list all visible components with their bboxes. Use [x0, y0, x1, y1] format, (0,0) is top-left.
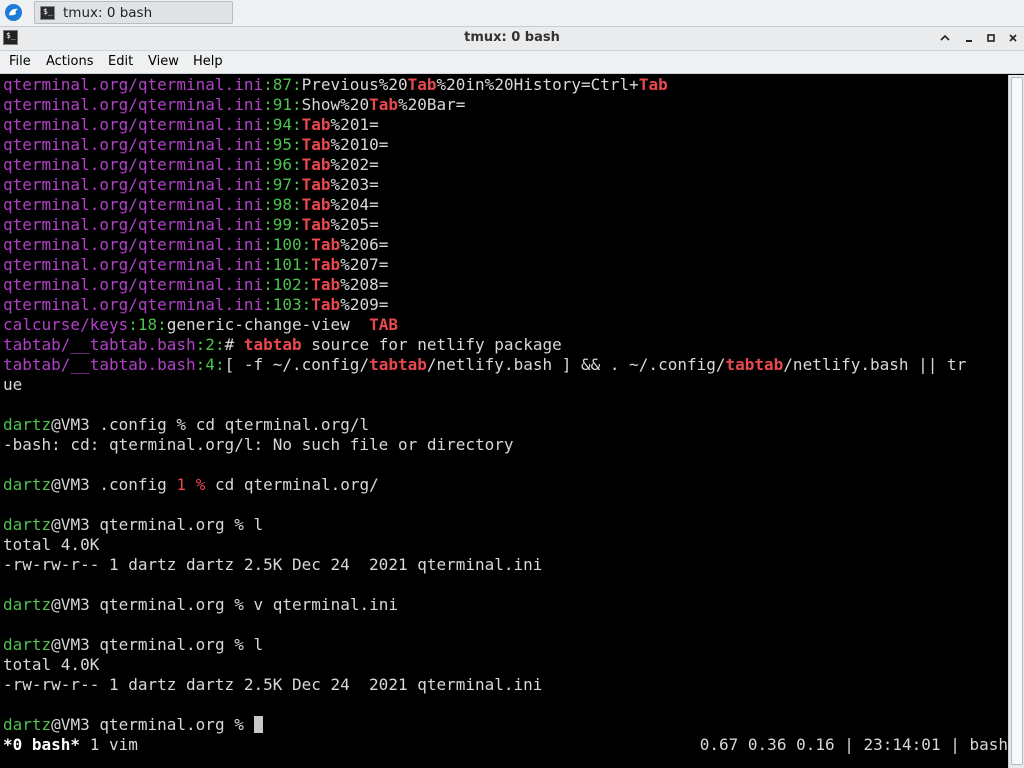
- tmux-status-bar: *0 bash* 1 vim: [3, 735, 138, 755]
- minimize-button[interactable]: [960, 29, 978, 47]
- grep-result-line: qterminal.org/qterminal.ini:101:Tab%207=: [3, 255, 389, 274]
- taskbar-window-title: tmux: 0 bash: [63, 5, 153, 21]
- shell-prompt-line: dartz@VM3 .config % cd qterminal.org/l: [3, 415, 370, 434]
- exit-status: 1: [176, 475, 187, 494]
- grep-result-line: qterminal.org/qterminal.ini:97:Tab%203=: [3, 175, 379, 194]
- maximize-button[interactable]: [982, 29, 1000, 47]
- tmux-window-other[interactable]: 1 vim: [90, 735, 138, 754]
- terminal-icon: $_: [40, 6, 55, 20]
- grep-result-line: qterminal.org/qterminal.ini:99:Tab%205=: [3, 215, 379, 234]
- grep-result-line: tabtab/__tabtab.bash:4:[ -f ~/.config/ta…: [3, 355, 967, 374]
- taskbar-window-button[interactable]: $_ tmux: 0 bash: [34, 1, 233, 24]
- shell-prompt-line: dartz@VM3 qterminal.org % l: [3, 515, 264, 534]
- menu-view[interactable]: View: [148, 54, 179, 69]
- menu-help[interactable]: Help: [193, 54, 223, 69]
- ls-file-line: -rw-rw-r-- 1 dartz dartz 2.5K Dec 24 202…: [3, 675, 543, 694]
- shell-prompt-line: dartz@VM3 qterminal.org % l: [3, 635, 264, 654]
- menubar: File Actions Edit View Help: [0, 51, 1024, 74]
- ls-file-line: -rw-rw-r-- 1 dartz dartz 2.5K Dec 24 202…: [3, 555, 543, 574]
- grep-result-line: qterminal.org/qterminal.ini:95:Tab%2010=: [3, 135, 389, 154]
- grep-result-line: qterminal.org/qterminal.ini:94:Tab%201=: [3, 115, 379, 134]
- shell-prompt-line[interactable]: dartz@VM3 qterminal.org %: [3, 715, 263, 735]
- vertical-scrollbar[interactable]: [1008, 75, 1024, 768]
- shell-prompt-line: dartz@VM3 .config 1 % cd qterminal.org/: [3, 475, 379, 494]
- menu-edit[interactable]: Edit: [108, 54, 133, 69]
- scrollbar-thumb[interactable]: [1011, 77, 1023, 765]
- window-titlebar[interactable]: $_ tmux: 0 bash: [0, 27, 1024, 51]
- grep-result-line: qterminal.org/qterminal.ini:98:Tab%204=: [3, 195, 379, 214]
- tmux-window-current[interactable]: *0 bash*: [3, 735, 80, 754]
- tmux-status-right: 0.67 0.36 0.16 | 23:14:01 | bash: [699, 735, 1008, 754]
- error-output-line: -bash: cd: qterminal.org/l: No such file…: [3, 435, 514, 454]
- grep-result-line: qterminal.org/qterminal.ini:87:Previous%…: [3, 75, 668, 94]
- app-menu-icon[interactable]: [5, 4, 22, 21]
- ls-total-line: total 4.0K: [3, 535, 100, 554]
- text-cursor: [253, 716, 263, 733]
- grep-result-line: qterminal.org/qterminal.ini:91:Show%20Ta…: [3, 95, 466, 114]
- keep-above-icon[interactable]: [936, 29, 954, 47]
- grep-result-line: tabtab/__tabtab.bash:2:# tabtab source f…: [3, 335, 562, 354]
- grep-result-line: qterminal.org/qterminal.ini:100:Tab%206=: [3, 235, 389, 254]
- shell-prompt-line: dartz@VM3 qterminal.org % v qterminal.in…: [3, 595, 398, 614]
- window-title: tmux: 0 bash: [464, 30, 560, 45]
- grep-result-line: qterminal.org/qterminal.ini:103:Tab%209=: [3, 295, 389, 314]
- grep-result-line: calcurse/keys:18:generic-change-view TAB: [3, 315, 398, 334]
- taskbar: $_ tmux: 0 bash: [0, 0, 1024, 27]
- close-button[interactable]: [1004, 29, 1022, 47]
- menu-file[interactable]: File: [9, 54, 31, 69]
- grep-result-line: qterminal.org/qterminal.ini:96:Tab%202=: [3, 155, 379, 174]
- grep-result-line: qterminal.org/qterminal.ini:102:Tab%208=: [3, 275, 389, 294]
- ls-total-line: total 4.0K: [3, 655, 100, 674]
- terminal-view[interactable]: qterminal.org/qterminal.ini:87:Previous%…: [0, 75, 1008, 768]
- wrapped-line: ue: [3, 375, 23, 394]
- menu-actions[interactable]: Actions: [46, 54, 94, 69]
